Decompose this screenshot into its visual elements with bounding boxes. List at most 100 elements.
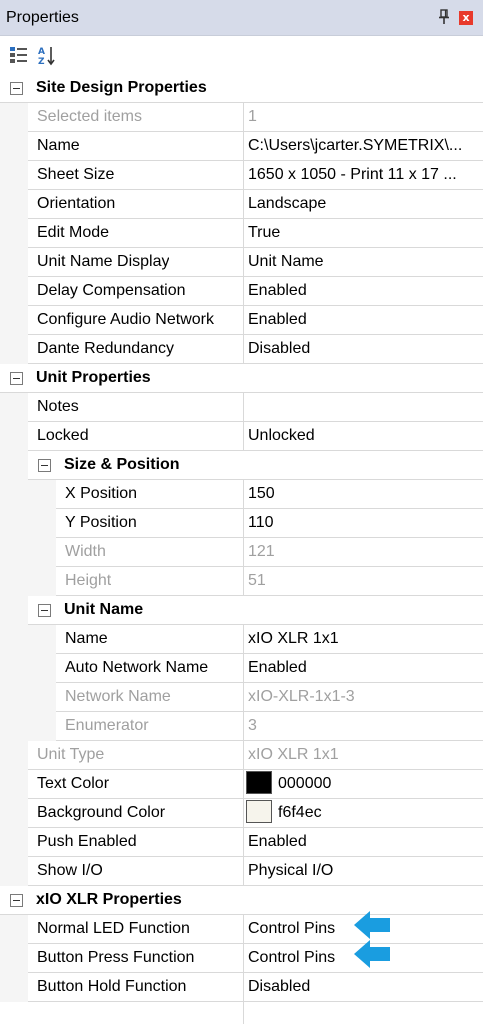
category-size-position[interactable]: Size & Position <box>0 451 483 480</box>
categorized-list-icon[interactable] <box>9 45 29 65</box>
color-hex: 000000 <box>278 775 332 792</box>
property-row-enumerator: Enumerator 3 <box>0 712 483 741</box>
collapse-icon[interactable] <box>38 604 51 617</box>
property-row-orientation[interactable]: Orientation Landscape <box>0 190 483 219</box>
property-value[interactable]: 1650 x 1050 - Print 11 x 17 ... <box>248 161 480 189</box>
svg-text:A: A <box>38 47 45 57</box>
svg-text:Z: Z <box>38 57 45 67</box>
property-name: Notes <box>37 398 79 415</box>
property-row-locked[interactable]: Locked Unlocked <box>0 422 483 451</box>
sort-az-icon[interactable]: A Z <box>37 45 57 67</box>
property-value[interactable] <box>248 393 480 421</box>
property-row-delay-compensation[interactable]: Delay Compensation Enabled <box>0 277 483 306</box>
property-row-edit-mode[interactable]: Edit Mode True <box>0 219 483 248</box>
category-unit-properties[interactable]: Unit Properties <box>0 364 483 393</box>
property-name: Unit Type <box>37 746 105 763</box>
property-value[interactable]: xIO XLR 1x1 <box>248 625 480 653</box>
property-row-network-name: Network Name xIO-XLR-1x1-3 <box>0 683 483 712</box>
property-name: Dante Redundancy <box>37 340 174 357</box>
property-value[interactable]: Landscape <box>248 190 480 218</box>
property-value[interactable]: Disabled <box>248 335 480 363</box>
collapse-icon[interactable] <box>10 372 23 385</box>
callout-arrow-icon <box>354 911 390 939</box>
property-name: Configure Audio Network <box>37 311 214 328</box>
property-name: Text Color <box>37 775 110 792</box>
property-value[interactable]: 000000 <box>246 770 478 798</box>
property-grid: Site Design Properties Selected items 1 … <box>0 74 483 1002</box>
property-row-background-color[interactable]: Background Color f6f4ec <box>0 799 483 828</box>
property-value[interactable]: Unlocked <box>248 422 480 450</box>
property-name: Button Hold Function <box>37 978 187 995</box>
property-row-button-hold-function[interactable]: Button Hold Function Disabled <box>0 973 483 1002</box>
grid-empty-divider <box>243 1000 244 1024</box>
close-icon[interactable]: x <box>459 11 473 25</box>
category-unit-name[interactable]: Unit Name <box>0 596 483 625</box>
property-value[interactable]: Unit Name <box>248 248 480 276</box>
property-name: Edit Mode <box>37 224 110 241</box>
property-value: xIO-XLR-1x1-3 <box>248 688 355 705</box>
property-value[interactable]: Enabled <box>248 277 480 305</box>
property-name: Width <box>65 543 106 560</box>
property-name: Enumerator <box>65 717 149 734</box>
property-value: 121 <box>248 543 275 560</box>
property-row-dante-redundancy[interactable]: Dante Redundancy Disabled <box>0 335 483 364</box>
property-name: Push Enabled <box>37 833 137 850</box>
property-value[interactable]: Disabled <box>248 973 480 1001</box>
color-hex: f6f4ec <box>278 804 322 821</box>
property-value[interactable]: C:\Users\jcarter.SYMETRIX\... <box>248 132 480 160</box>
property-name: Selected items <box>37 108 142 125</box>
collapse-icon[interactable] <box>10 894 23 907</box>
collapse-icon[interactable] <box>10 82 23 95</box>
property-row-notes[interactable]: Notes <box>0 393 483 422</box>
collapse-icon[interactable] <box>38 459 51 472</box>
category-xio-xlr-properties[interactable]: xIO XLR Properties <box>0 886 483 915</box>
property-name: Normal LED Function <box>37 920 190 937</box>
property-row-y-position[interactable]: Y Position 110 <box>0 509 483 538</box>
property-row-height: Height 51 <box>0 567 483 596</box>
property-name: Sheet Size <box>37 166 115 183</box>
property-row-unit-name-display[interactable]: Unit Name Display Unit Name <box>0 248 483 277</box>
property-row-selected-items: Selected items 1 <box>0 103 483 132</box>
color-swatch[interactable] <box>246 800 272 824</box>
property-name: Unit Name Display <box>37 253 170 270</box>
property-row-show-io[interactable]: Show I/O Physical I/O <box>0 857 483 886</box>
property-name: Background Color <box>37 804 166 821</box>
property-row-sheet-size[interactable]: Sheet Size 1650 x 1050 - Print 11 x 17 .… <box>0 161 483 190</box>
color-swatch[interactable] <box>246 771 272 795</box>
properties-panel-titlebar: Properties x <box>0 0 483 36</box>
property-row-unit-type: Unit Type xIO XLR 1x1 <box>0 741 483 770</box>
pin-icon[interactable] <box>437 9 451 25</box>
property-name: Name <box>37 137 80 154</box>
property-name: Auto Network Name <box>65 659 209 676</box>
property-row-unit-name-name[interactable]: Name xIO XLR 1x1 <box>0 625 483 654</box>
property-row-normal-led-function[interactable]: Normal LED Function Control Pins <box>0 915 483 944</box>
property-value: xIO XLR 1x1 <box>248 746 339 763</box>
property-value[interactable]: Enabled <box>248 654 480 682</box>
property-value[interactable]: 150 <box>248 480 480 508</box>
category-label: Unit Name <box>64 601 144 618</box>
property-row-push-enabled[interactable]: Push Enabled Enabled <box>0 828 483 857</box>
property-name: Name <box>65 630 108 647</box>
property-name: Delay Compensation <box>37 282 186 299</box>
property-value[interactable]: True <box>248 219 480 247</box>
property-value[interactable]: f6f4ec <box>246 799 478 827</box>
property-name: Network Name <box>65 688 171 705</box>
category-label: Size & Position <box>64 456 180 473</box>
property-name: Y Position <box>65 514 137 531</box>
property-value[interactable]: Physical I/O <box>248 857 480 885</box>
property-value[interactable]: Enabled <box>248 828 480 856</box>
property-row-configure-audio-network[interactable]: Configure Audio Network Enabled <box>0 306 483 335</box>
property-row-button-press-function[interactable]: Button Press Function Control Pins <box>0 944 483 973</box>
property-value[interactable]: 110 <box>248 509 480 537</box>
property-value[interactable]: Enabled <box>248 306 480 334</box>
callout-arrow-icon <box>354 940 390 968</box>
property-value: 1 <box>248 108 257 125</box>
properties-toolbar: A Z <box>0 37 483 74</box>
property-row-name[interactable]: Name C:\Users\jcarter.SYMETRIX\... <box>0 132 483 161</box>
property-row-auto-network-name[interactable]: Auto Network Name Enabled <box>0 654 483 683</box>
property-name: Orientation <box>37 195 116 212</box>
category-site-design[interactable]: Site Design Properties <box>0 74 483 103</box>
property-row-x-position[interactable]: X Position 150 <box>0 480 483 509</box>
property-row-text-color[interactable]: Text Color 000000 <box>0 770 483 799</box>
property-name: Height <box>65 572 112 589</box>
